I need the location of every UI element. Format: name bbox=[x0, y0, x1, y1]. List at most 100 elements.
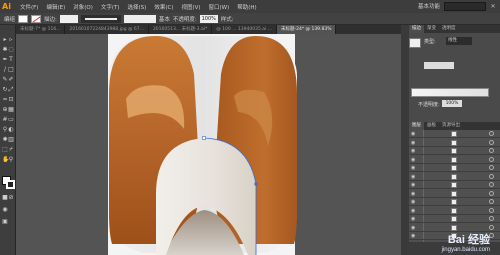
anchor-point[interactable] bbox=[254, 182, 258, 186]
free-transform-tool-icon[interactable]: ⊡ bbox=[8, 97, 14, 103]
stroke-weight-field[interactable] bbox=[59, 14, 78, 23]
eye-icon[interactable]: ◉ bbox=[411, 225, 415, 231]
menu-select[interactable]: 选择(S) bbox=[124, 3, 151, 11]
tab-asset-export[interactable]: 资源导出 bbox=[439, 122, 463, 130]
slice-tool-icon[interactable]: ⌿ bbox=[8, 147, 14, 153]
menu-file[interactable]: 文件(F) bbox=[16, 3, 42, 11]
eye-icon[interactable]: ◉ bbox=[411, 182, 415, 188]
eye-icon[interactable]: ◉ bbox=[411, 157, 415, 163]
menu-window[interactable]: 窗口(W) bbox=[205, 3, 234, 11]
direct-selection-tool-icon[interactable]: ▹ bbox=[8, 37, 14, 43]
target-icon[interactable] bbox=[489, 173, 494, 179]
rectangle-tool-icon[interactable]: □ bbox=[8, 67, 14, 73]
eye-icon[interactable]: ◉ bbox=[411, 148, 415, 154]
close-icon[interactable]: ✕ bbox=[488, 2, 498, 11]
layer-row[interactable]: ◉ bbox=[409, 207, 500, 215]
gradient-type-label: 类型: bbox=[424, 39, 436, 45]
eye-icon[interactable]: ◉ bbox=[411, 199, 415, 205]
layer-thumbnail bbox=[451, 131, 457, 137]
canvas-area[interactable] bbox=[16, 34, 401, 255]
gradient-preview-swatch[interactable] bbox=[409, 38, 421, 48]
target-icon[interactable] bbox=[489, 216, 494, 221]
angle-field[interactable] bbox=[424, 62, 454, 69]
layer-row[interactable]: ◉ bbox=[409, 139, 500, 147]
graph-tool-icon[interactable]: ▥ bbox=[8, 137, 14, 143]
menu-effect[interactable]: 效果(C) bbox=[150, 3, 177, 11]
eye-icon[interactable]: ◉ bbox=[411, 216, 415, 222]
stop-opacity-field[interactable]: 100% bbox=[442, 100, 462, 107]
layer-row[interactable]: ◉ bbox=[409, 181, 500, 189]
layer-row[interactable]: ◉ bbox=[409, 215, 500, 223]
tab-transparency[interactable]: 透明度 bbox=[439, 25, 459, 33]
control-bar: 编组 描边: 基本 不透明度: 100% 样式: bbox=[0, 13, 500, 25]
opacity-label: 不透明度: bbox=[172, 16, 197, 23]
gradient-slider[interactable] bbox=[411, 88, 489, 97]
tab-doc-3[interactable]: 20160513... 未标题-3.ai* bbox=[149, 25, 213, 34]
target-icon[interactable] bbox=[489, 139, 494, 145]
anchor-point[interactable] bbox=[202, 136, 206, 140]
lasso-tool-icon[interactable]: ◌ bbox=[8, 47, 14, 53]
dog-illustration[interactable] bbox=[16, 34, 401, 255]
layer-row[interactable]: ◉ bbox=[409, 164, 500, 172]
eye-icon[interactable]: ◉ bbox=[411, 233, 415, 239]
eye-icon[interactable]: ◉ bbox=[411, 191, 415, 197]
tab-doc-2[interactable]: 20160107224843988.jpg @ 67... bbox=[65, 25, 149, 34]
pencil-tool-icon[interactable]: ✐ bbox=[8, 77, 14, 83]
variable-width-profile[interactable] bbox=[80, 14, 121, 23]
target-icon[interactable] bbox=[489, 131, 494, 136]
eye-icon[interactable]: ◉ bbox=[411, 208, 415, 214]
layer-row[interactable]: ◉ bbox=[409, 130, 500, 138]
target-icon[interactable] bbox=[489, 224, 494, 230]
gradient-tool-icon[interactable]: ▭ bbox=[8, 117, 14, 123]
menu-bar: Ai 文件(F) 编辑(E) 对象(O) 文字(T) 选择(S) 效果(C) 视… bbox=[0, 0, 500, 13]
tab-layers[interactable]: 图层 bbox=[409, 122, 424, 130]
tab-gradient[interactable]: 渐变 bbox=[424, 25, 439, 33]
tab-artboards[interactable]: 画板 bbox=[424, 122, 439, 130]
tab-doc-active[interactable]: 未标题-24* @ 139.83% bbox=[277, 25, 337, 34]
menu-object[interactable]: 对象(O) bbox=[69, 3, 97, 11]
layer-row[interactable]: ◉ bbox=[409, 198, 500, 206]
target-icon[interactable] bbox=[489, 199, 494, 204]
perspective-tool-icon[interactable]: ▦ bbox=[8, 107, 14, 113]
layer-row[interactable]: ◉ bbox=[409, 156, 500, 164]
app-logo: Ai bbox=[2, 2, 11, 11]
opacity-field[interactable]: 100% bbox=[199, 14, 218, 23]
target-icon[interactable] bbox=[489, 190, 494, 196]
target-icon[interactable] bbox=[489, 148, 494, 153]
menu-type[interactable]: 文字(T) bbox=[97, 3, 124, 11]
style-label: 样式: bbox=[220, 16, 234, 23]
eye-icon[interactable]: ◉ bbox=[411, 174, 415, 180]
eye-icon[interactable]: ◉ bbox=[411, 165, 415, 171]
document-tabs: 未标题-7* @ 116... 20160107224843988.jpg @ … bbox=[16, 25, 401, 34]
appearance-panel-tabs: 描边 渐变 透明度 bbox=[409, 25, 500, 33]
layer-row[interactable]: ◉ bbox=[409, 190, 500, 198]
tab-doc-4[interactable]: @ 100 ... 13940035.ai ... bbox=[212, 25, 277, 34]
tab-stroke[interactable]: 描边 bbox=[409, 25, 424, 33]
draw-mode-icon[interactable]: ◉ bbox=[2, 207, 8, 213]
eye-icon[interactable]: ◉ bbox=[411, 131, 415, 137]
menu-help[interactable]: 帮助(H) bbox=[233, 3, 260, 11]
brush-definition[interactable] bbox=[123, 14, 156, 23]
zoom-tool-icon[interactable]: ⚲ bbox=[8, 157, 14, 163]
menu-view[interactable]: 视图(V) bbox=[177, 3, 204, 11]
gradient-type-select[interactable]: 线性 bbox=[446, 37, 472, 45]
layer-row[interactable]: ◉ bbox=[409, 173, 500, 181]
fill-swatch[interactable] bbox=[18, 14, 29, 23]
target-icon[interactable] bbox=[489, 207, 494, 213]
type-tool-icon[interactable]: T bbox=[8, 57, 14, 63]
screen-mode-icon[interactable]: ▣ bbox=[2, 219, 8, 225]
workspace-switcher[interactable]: 基本功能 bbox=[418, 2, 440, 10]
blend-tool-icon[interactable]: ◐ bbox=[8, 127, 14, 133]
target-icon[interactable] bbox=[489, 156, 494, 162]
target-icon[interactable] bbox=[489, 165, 494, 170]
eye-icon[interactable]: ◉ bbox=[411, 140, 415, 146]
stroke-color-icon[interactable] bbox=[6, 180, 15, 189]
none-color-icon[interactable]: ⊘ bbox=[8, 195, 14, 201]
stroke-swatch[interactable] bbox=[31, 14, 42, 23]
target-icon[interactable] bbox=[489, 182, 494, 187]
scale-tool-icon[interactable]: ⤢ bbox=[8, 87, 14, 93]
layer-row[interactable]: ◉ bbox=[409, 147, 500, 155]
tab-doc-1[interactable]: 未标题-7* @ 116... bbox=[16, 25, 66, 34]
search-input[interactable] bbox=[444, 2, 486, 11]
menu-edit[interactable]: 编辑(E) bbox=[42, 3, 69, 11]
